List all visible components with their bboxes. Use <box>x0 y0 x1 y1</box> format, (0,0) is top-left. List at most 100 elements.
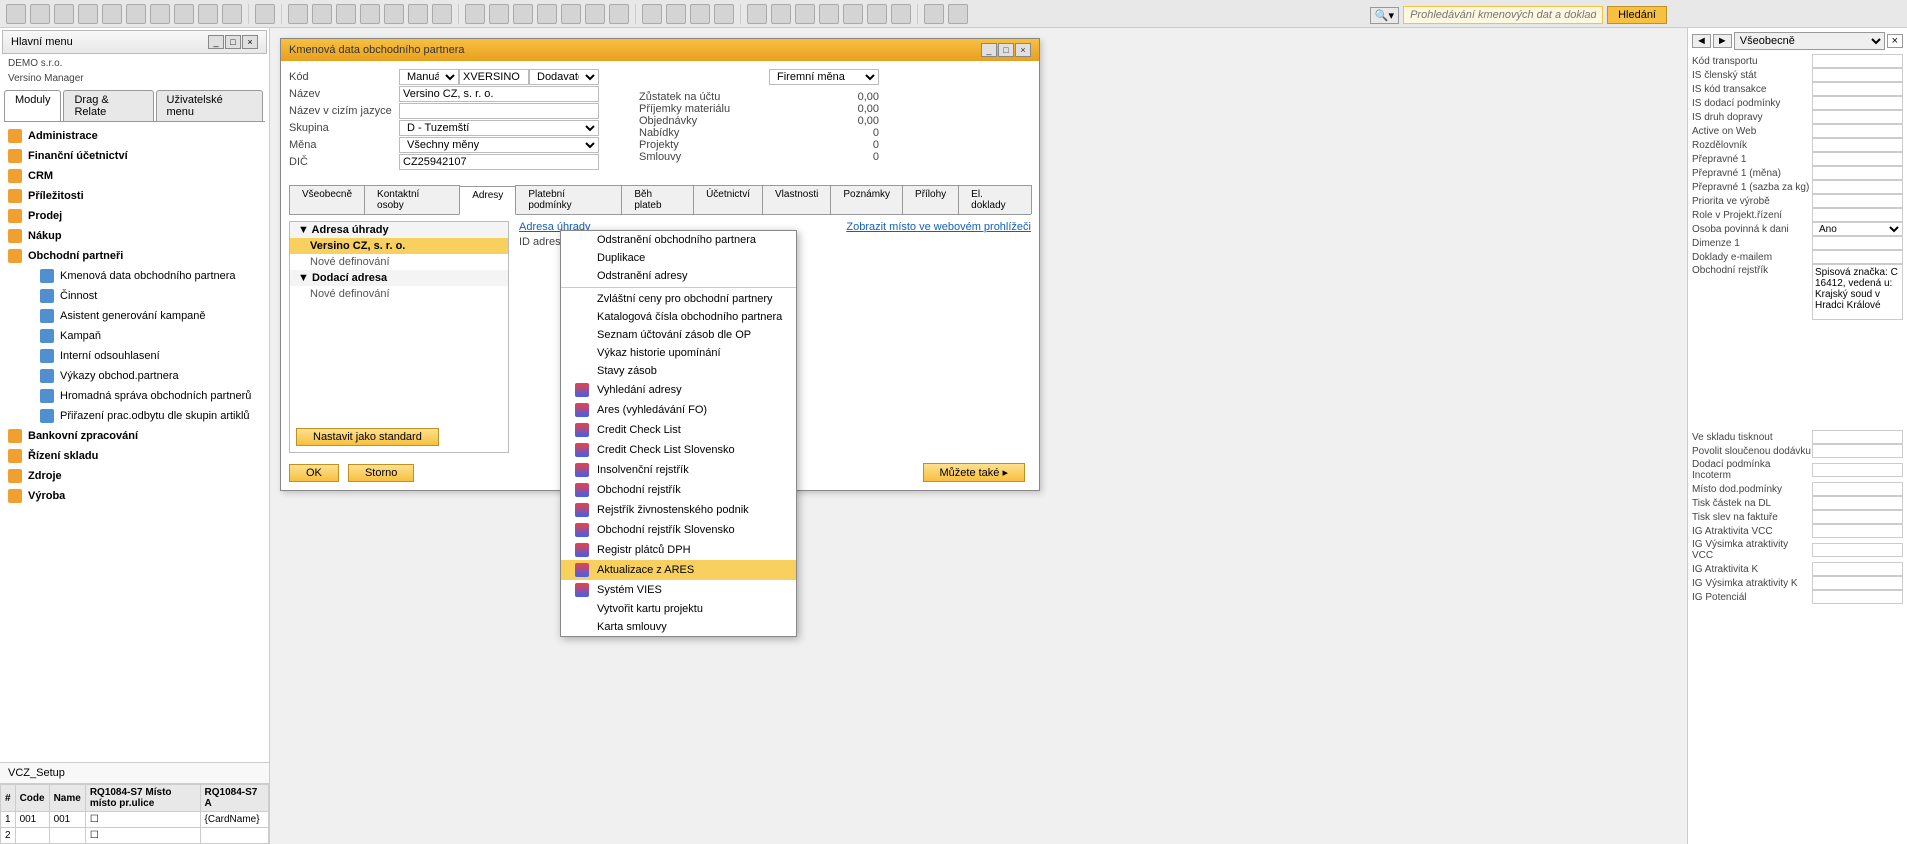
search-icon[interactable]: 🔍▾ <box>1370 7 1399 24</box>
context-menu-item[interactable]: Karta smlouvy <box>561 618 796 636</box>
tree-item[interactable]: Zdroje <box>0 466 269 486</box>
context-menu-item[interactable]: Obchodní rejstřík Slovensko <box>561 520 796 540</box>
toolbar-icon[interactable] <box>465 4 485 24</box>
rp-input[interactable] <box>1812 463 1903 477</box>
tree-item[interactable]: Hromadná správa obchodních partnerů <box>0 386 269 406</box>
rp-input[interactable] <box>1812 68 1903 82</box>
context-menu-item[interactable]: Katalogová čísla obchodního partnera <box>561 308 796 326</box>
context-menu-item[interactable]: Ares (vyhledávání FO) <box>561 400 796 420</box>
nazev-input[interactable] <box>399 86 599 102</box>
context-menu-item[interactable]: Aktualizace z ARES <box>561 560 796 580</box>
rp-input[interactable] <box>1812 482 1903 496</box>
inner-tab[interactable]: El. doklady <box>958 185 1032 214</box>
search-button[interactable]: Hledání <box>1607 6 1667 24</box>
tab-user-menu[interactable]: Uživatelské menu <box>156 90 264 121</box>
toolbar-icon[interactable] <box>561 4 581 24</box>
toolbar-icon[interactable] <box>6 4 26 24</box>
toolbar-icon[interactable] <box>126 4 146 24</box>
inner-tab[interactable]: Všeobecně <box>289 185 365 214</box>
tree-item[interactable]: Kmenová data obchodního partnera <box>0 266 269 286</box>
tree-item[interactable]: Interní odsouhlasení <box>0 346 269 366</box>
inner-tab[interactable]: Adresy <box>459 186 516 215</box>
tree-item[interactable]: Bankovní zpracování <box>0 426 269 446</box>
toolbar-icon[interactable] <box>924 4 944 24</box>
context-menu-item[interactable]: Odstranění adresy <box>561 267 796 285</box>
toolbar-icon[interactable] <box>78 4 98 24</box>
close-icon[interactable]: × <box>1015 43 1031 57</box>
table-row[interactable]: 2☐ <box>1 828 269 844</box>
maximize-icon[interactable]: □ <box>225 35 241 49</box>
tree-item[interactable]: Činnost <box>0 286 269 306</box>
tree-item[interactable]: Přiřazení prac.odbytu dle skupin artiklů <box>0 406 269 426</box>
rp-input[interactable] <box>1812 524 1903 538</box>
addr-new1[interactable]: Nové definování <box>290 254 508 270</box>
rp-input[interactable] <box>1812 138 1903 152</box>
minimize-icon[interactable]: _ <box>208 35 224 49</box>
rp-input[interactable] <box>1812 562 1903 576</box>
rp-input[interactable] <box>1812 208 1903 222</box>
toolbar-icon[interactable] <box>714 4 734 24</box>
kod-mode-select[interactable]: Manuálně <box>399 69 459 85</box>
btn-standard[interactable]: Nastavit jako standard <box>296 428 439 446</box>
rp-input[interactable] <box>1812 576 1903 590</box>
toolbar-icon[interactable] <box>198 4 218 24</box>
toolbar-icon[interactable] <box>384 4 404 24</box>
inner-tab[interactable]: Poznámky <box>830 185 903 214</box>
tree-item[interactable]: Výroba <box>0 486 269 506</box>
inner-tab[interactable]: Přílohy <box>902 185 959 214</box>
rp-input[interactable] <box>1812 236 1903 250</box>
toolbar-icon[interactable] <box>948 4 968 24</box>
context-menu-item[interactable]: Obchodní rejstřík <box>561 480 796 500</box>
toolbar-icon[interactable] <box>513 4 533 24</box>
addr-head-dodaci[interactable]: ▼ Dodací adresa <box>290 270 508 286</box>
firemni-mena-select[interactable]: Firemní měna <box>769 69 879 85</box>
toolbar-icon[interactable] <box>360 4 380 24</box>
tab-drag-relate[interactable]: Drag & Relate <box>63 90 153 121</box>
toolbar-icon[interactable] <box>795 4 815 24</box>
toolbar-icon[interactable] <box>312 4 332 24</box>
nazev-ciz-input[interactable] <box>399 103 599 119</box>
rp-obch-rej-text[interactable]: Spisová značka: C 16412, vedená u: Krajs… <box>1812 264 1903 320</box>
addr-head-uhrady[interactable]: ▼ Adresa úhrady <box>290 222 508 238</box>
toolbar-icon[interactable] <box>222 4 242 24</box>
toolbar-icon[interactable] <box>819 4 839 24</box>
muzete-take-button[interactable]: Můžete také ▸ <box>923 463 1026 482</box>
toolbar-icon[interactable] <box>585 4 605 24</box>
search-input[interactable] <box>1403 6 1603 24</box>
tab-moduly[interactable]: Moduly <box>4 90 61 121</box>
tree-item[interactable]: Obchodní partneři <box>0 246 269 266</box>
context-menu-item[interactable]: Credit Check List <box>561 420 796 440</box>
toolbar-icon[interactable] <box>102 4 122 24</box>
context-menu-item[interactable]: Seznam účtování zásob dle OP <box>561 326 796 344</box>
nav-next-icon[interactable]: ► <box>1713 34 1732 48</box>
rp-input[interactable] <box>1812 82 1903 96</box>
nav-prev-icon[interactable]: ◄ <box>1692 34 1711 48</box>
rp-input[interactable] <box>1812 110 1903 124</box>
context-menu-item[interactable]: Zvláštní ceny pro obchodní partnery <box>561 290 796 308</box>
toolbar-icon[interactable] <box>336 4 356 24</box>
tree-item[interactable]: Nákup <box>0 226 269 246</box>
table-row[interactable]: 1001001☐{CardName} <box>1 812 269 828</box>
toolbar-icon[interactable] <box>255 4 275 24</box>
rp-input[interactable] <box>1812 124 1903 138</box>
link-zobrazit-mapu[interactable]: Zobrazit místo ve webovém prohlížeči <box>846 221 1031 233</box>
tree-item[interactable]: Asistent generování kampaně <box>0 306 269 326</box>
context-menu-item[interactable]: Vytvořit kartu projektu <box>561 600 796 618</box>
rp-input[interactable] <box>1812 96 1903 110</box>
rp-input[interactable] <box>1812 166 1903 180</box>
rp-close-icon[interactable]: × <box>1887 34 1903 48</box>
inner-tab[interactable]: Běh plateb <box>621 185 694 214</box>
toolbar-icon[interactable] <box>843 4 863 24</box>
context-menu-item[interactable]: Credit Check List Slovensko <box>561 440 796 460</box>
toolbar-icon[interactable] <box>690 4 710 24</box>
storno-button[interactable]: Storno <box>348 464 414 482</box>
minimize-icon[interactable]: _ <box>981 43 997 57</box>
toolbar-icon[interactable] <box>174 4 194 24</box>
toolbar-icon[interactable] <box>867 4 887 24</box>
mena-select[interactable]: Všechny měny <box>399 137 599 153</box>
toolbar-icon[interactable] <box>288 4 308 24</box>
toolbar-icon[interactable] <box>408 4 428 24</box>
rp-input[interactable] <box>1812 152 1903 166</box>
context-menu-item[interactable]: Stavy zásob <box>561 362 796 380</box>
context-menu-item[interactable]: Insolvenční rejstřík <box>561 460 796 480</box>
